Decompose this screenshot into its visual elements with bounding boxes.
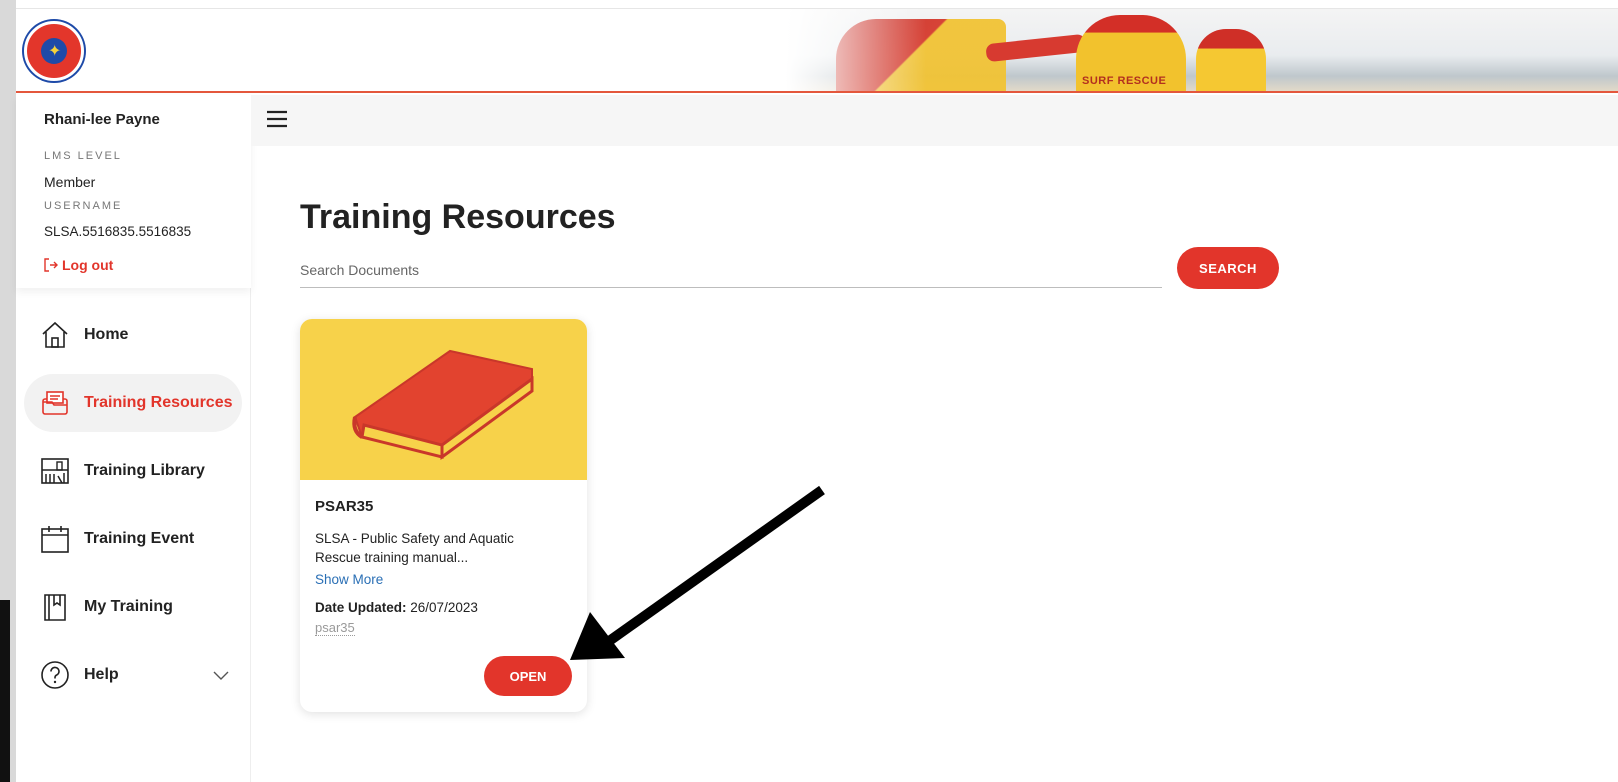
sidebar-item-my-training[interactable]: My Training [24,578,242,636]
date-updated: Date Updated: 26/07/2023 [315,600,478,615]
sidebar-item-training-event[interactable]: Training Event [24,510,242,568]
sidebar-item-label: Training Resources [84,394,233,411]
home-icon [42,321,68,348]
site-header: ✦ SURF RESCUE [16,9,1618,93]
show-more-link[interactable]: Show More [315,572,383,587]
card-title: PSAR35 [315,498,374,515]
document-tag[interactable]: psar35 [315,620,355,636]
date-updated-value: 26/07/2023 [410,600,478,615]
annotation-arrow [570,485,825,660]
library-icon [41,458,69,484]
resource-card: PSAR35 SLSA - Public Safety and Aquatic … [300,319,587,712]
banner-text: SURF RESCUE [1082,75,1167,87]
sidebar-item-label: Home [84,326,129,343]
sidebar: Rhani-lee Payne LMS LEVEL Member USERNAM… [16,95,251,782]
lms-level-label: LMS LEVEL [44,150,122,162]
sidebar-item-label: My Training [84,598,173,615]
logout-link[interactable]: Log out [44,257,113,273]
help-icon [41,661,69,689]
sidebar-item-label: Help [84,666,119,683]
window-edge [0,0,16,782]
surf-life-saving-logo[interactable]: ✦ [24,21,84,81]
top-bar [251,95,1618,146]
username-value: SLSA.5516835.5516835 [44,224,192,239]
page-title: Training Resources [300,198,616,236]
user-name: Rhani-lee Payne [44,111,160,128]
header-banner-image: SURF RESCUE [786,9,1618,91]
sidebar-item-training-resources[interactable]: Training Resources [24,374,242,432]
sidebar-item-label: Training Event [84,530,195,547]
bookmark-book-icon [44,594,66,621]
hamburger-menu-icon[interactable] [265,107,289,131]
sidebar-item-home[interactable]: Home [24,306,242,364]
chevron-down-icon[interactable] [212,666,230,684]
search-button[interactable]: SEARCH [1177,247,1279,289]
card-image [300,319,587,480]
open-button[interactable]: OPEN [484,656,572,696]
date-updated-label: Date Updated: [315,600,407,615]
app-window: ✦ SURF RESCUE Rhani-lee Payne LMS LEVEL … [0,0,1618,782]
calendar-icon [41,526,69,553]
username-label: USERNAME [44,200,123,212]
lms-level-value: Member [44,174,96,190]
card-description: SLSA - Public Safety and Aquatic Rescue … [315,531,514,565]
book-icon [352,349,534,460]
sidebar-item-training-library[interactable]: Training Library [24,442,242,500]
sidebar-item-help[interactable]: Help [24,646,242,704]
logout-icon [44,258,58,272]
sidebar-item-label: Training Library [84,462,205,479]
logout-label: Log out [62,257,114,273]
user-card: Rhani-lee Payne LMS LEVEL Member USERNAM… [16,95,251,288]
search-input[interactable] [300,252,1162,288]
folder-icon [42,391,68,415]
